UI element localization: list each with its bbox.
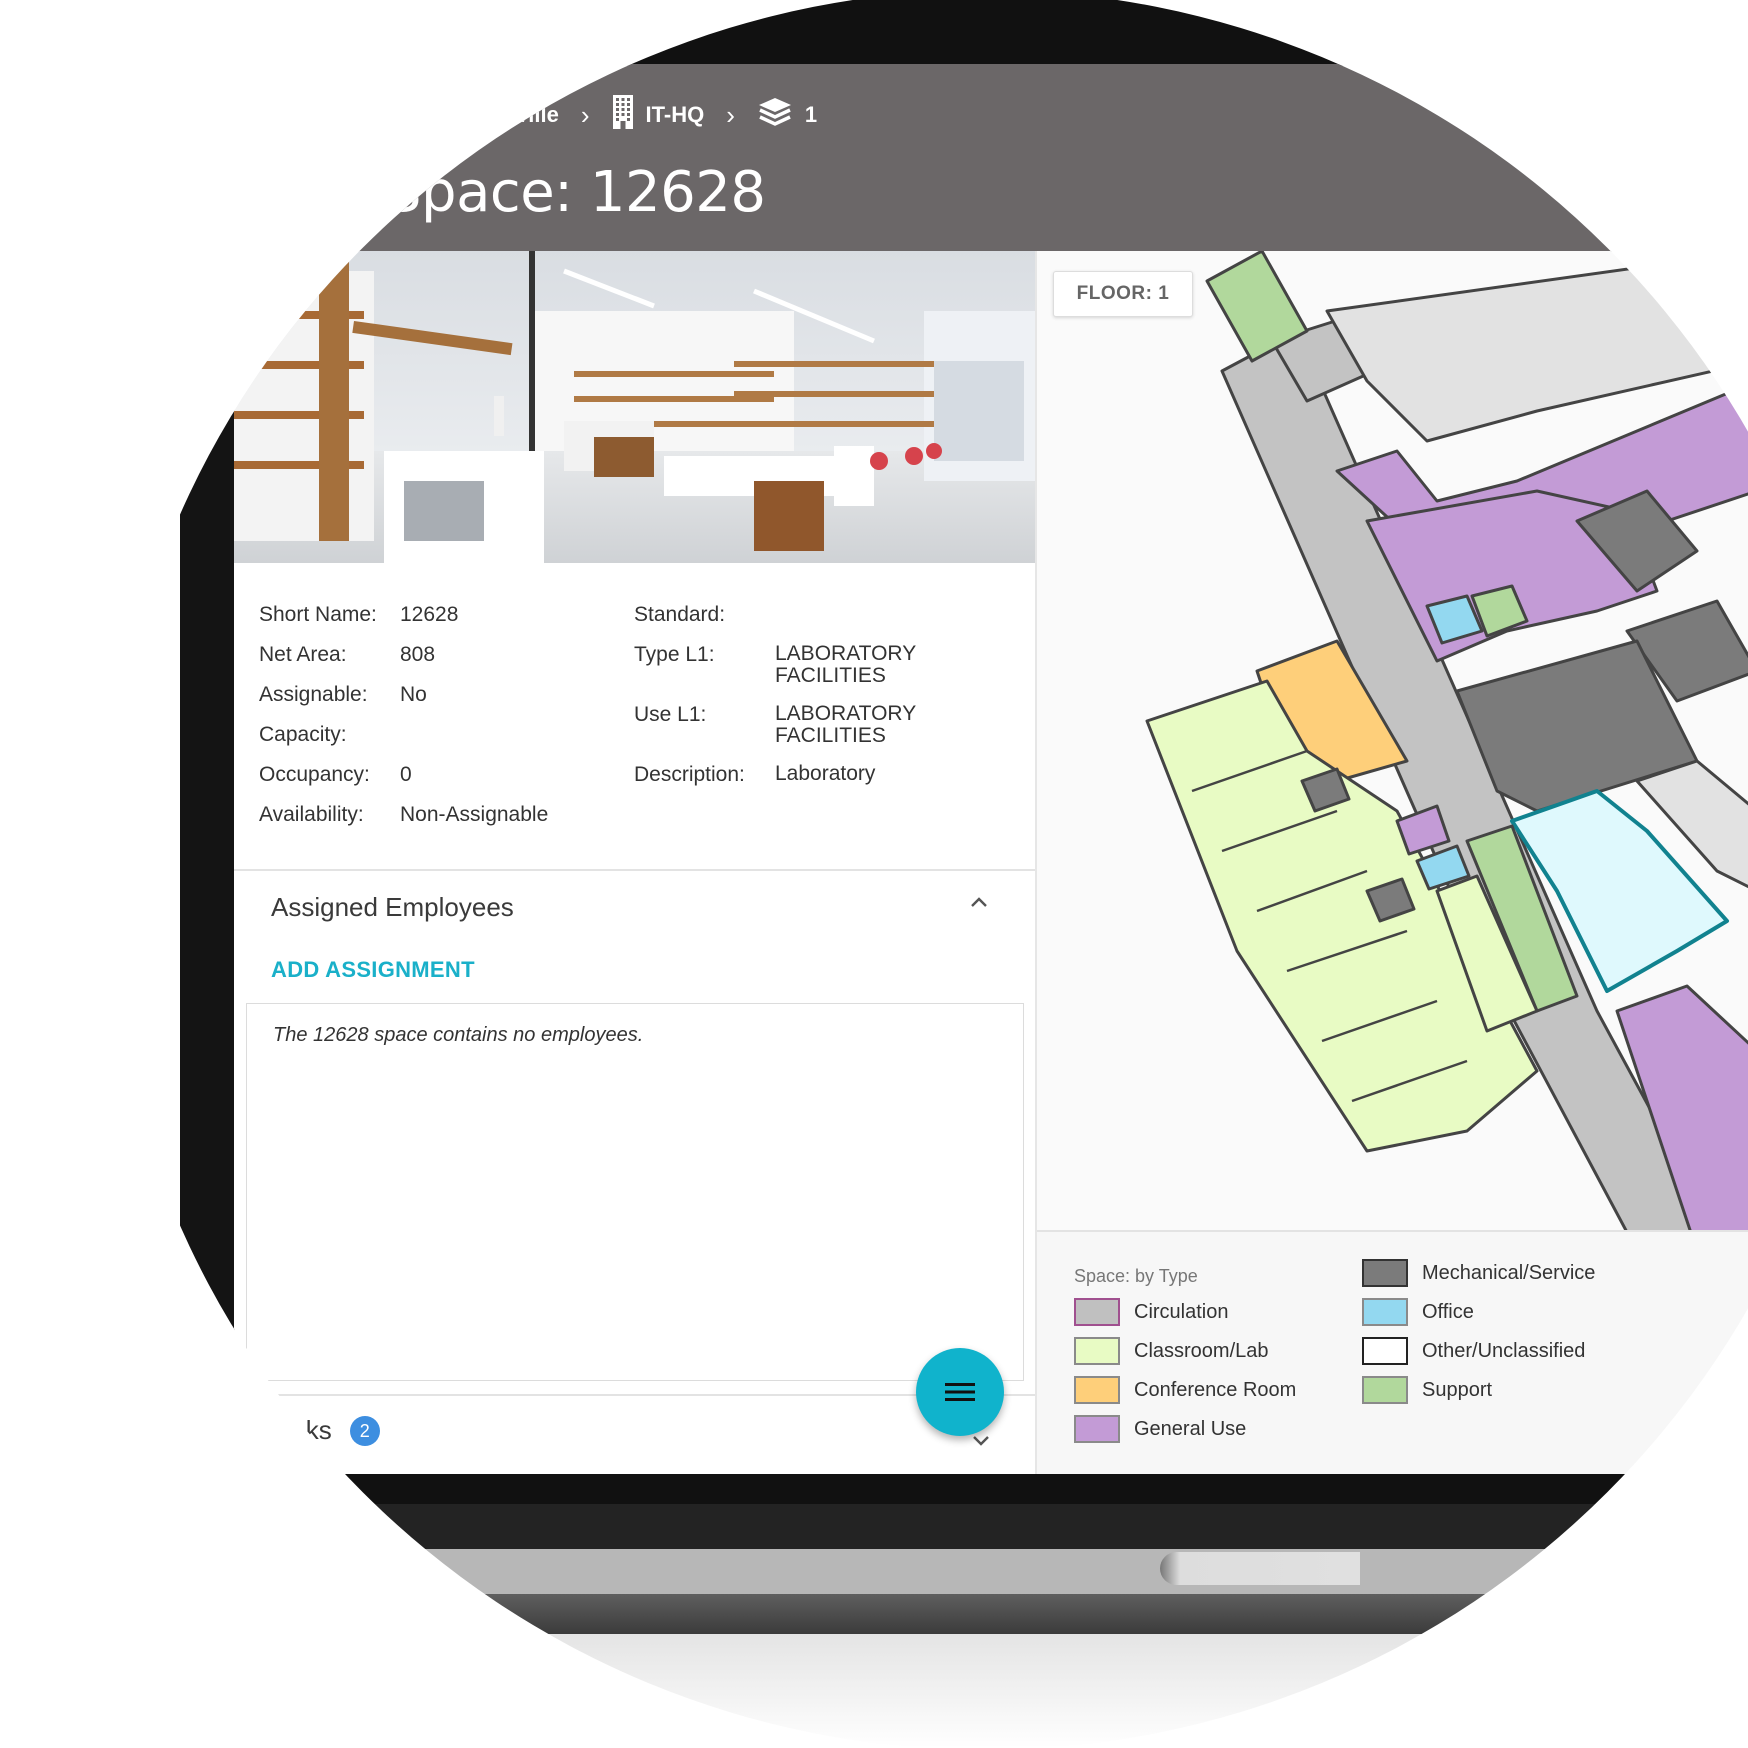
breadcrumb-site[interactable]: …nVisionville [415,102,559,128]
legend-label: Support [1422,1378,1493,1401]
details-right-column: Standard: Type L1: LABORATORY FACILITIES … [634,603,925,803]
section-divider [234,1394,1035,1396]
employee-list: The 12628 space contains no employees. [246,1003,1024,1381]
breadcrumb-floor-label: 1 [804,102,818,127]
legend-swatch [1362,1298,1408,1326]
breadcrumb-floor[interactable]: 1 [757,96,817,134]
detail-value: No [400,683,427,706]
detail-label: Type L1: [634,643,715,666]
detail-row: Use L1: LABORATORY FACILITIES [634,703,925,747]
add-assignment-button[interactable]: ADD ASSIGNMENT [271,957,475,983]
legend-item-office[interactable]: Office [1362,1298,1474,1326]
detail-row: Availability: Non-Assignable [259,803,548,827]
breadcrumb: …nVisionville › IT-HQ › 1 [415,94,817,136]
legend-swatch [1362,1376,1408,1404]
detail-row: Short Name: 12628 [259,603,548,627]
detail-row: Net Area: 808 [259,643,548,667]
chevron-right-icon: › [726,99,735,130]
assigned-employees-title: Assigned Employees [271,892,514,922]
detail-row: Type L1: LABORATORY FACILITIES [634,643,925,687]
legend-item-mechanical-service[interactable]: Mechanical/Service [1362,1259,1595,1287]
page-title: Space: 12628 [386,160,766,225]
detail-label: Assignable: [259,683,368,706]
detail-label: Occupancy: [259,763,370,786]
laptop-bottom-bezel [105,1474,1748,1504]
chevron-up-icon [971,897,987,907]
detail-label: Use L1: [634,703,707,726]
legend-item-circulation[interactable]: Circulation [1074,1298,1228,1326]
detail-value: LABORATORY FACILITIES [775,702,916,747]
legend-swatch [1362,1259,1408,1287]
detail-row: Standard: [634,603,925,627]
space-photo [234,251,1035,563]
legend-swatch [1362,1337,1408,1365]
legend-swatch [1074,1415,1120,1443]
device-lens: …nVisionville › IT-HQ › 1 Space: 12628 S… [105,0,1748,1748]
collapse-section-button[interactable] [967,891,991,921]
legend-item-conference-room[interactable]: Conference Room [1074,1376,1296,1404]
menu-fab-button[interactable] [916,1348,1004,1436]
building-icon [612,94,634,136]
detail-row: Occupancy: 0 [259,763,548,787]
detail-label: Description: [634,763,745,786]
detail-row: Description: Laboratory [634,763,925,787]
legend-label: Classroom/Lab [1134,1339,1269,1362]
detail-value: 12628 [400,603,459,626]
empty-employees-message: The 12628 space contains no employees. [273,1024,644,1046]
legend-label: Circulation [1134,1300,1229,1323]
breadcrumb-site-label: …nVisionville [415,102,559,127]
legend-item-general-use[interactable]: General Use [1074,1415,1246,1443]
legend-item-classroom-lab[interactable]: Classroom/Lab [1074,1337,1269,1365]
section-divider [234,869,1035,871]
breadcrumb-building-label: IT-HQ [645,102,705,127]
details-left-column: Short Name: 12628 Net Area: 808 Assignable… [259,603,548,843]
detail-label: Short Name: [259,603,377,626]
layers-icon [757,96,793,134]
legend-label: General Use [1134,1417,1247,1440]
legend-item-support[interactable]: Support [1362,1376,1492,1404]
detail-value: Non-Assignable [400,803,549,826]
legend-label: Conference Room [1134,1378,1297,1401]
space-details-panel: Short Name: 12628 Net Area: 808 Assignable… [234,251,1035,1474]
legend-title: Space: by Type [1074,1266,1198,1286]
laptop-top-bezel [105,0,1748,66]
detail-value: 808 [400,643,436,666]
detail-value: 0 [400,763,412,786]
laptop-opening-notch [1160,1552,1360,1585]
links-section-header[interactable]: Links 2 [271,1415,380,1446]
floor-selector-button[interactable]: FLOOR: 1 [1053,271,1193,317]
detail-row: Capacity: [259,723,548,747]
menu-icon [945,1383,975,1401]
legend-item-other-unclassified[interactable]: Other/Unclassified [1362,1337,1585,1365]
detail-row: Assignable: No [259,683,548,707]
detail-label: Net Area: [259,643,347,666]
legend-label: Mechanical/Service [1422,1261,1596,1284]
breadcrumb-building[interactable]: IT-HQ [612,94,705,136]
laptop-base-edge [105,1594,1748,1634]
detail-label: Capacity: [259,723,347,746]
links-count-badge: 2 [349,1415,380,1446]
laptop-left-bezel [180,280,235,1480]
chevron-right-icon: › [580,99,590,130]
floor-plan-panel: FLOOR: 1 Space: by Type Circulation Clas… [1035,251,1748,1476]
map-legend: Space: by Type Circulation Classroom/Lab… [1037,1230,1748,1476]
detail-value: LABORATORY FACILITIES [775,642,916,687]
floor-plan-map[interactable] [1037,251,1748,1230]
legend-swatch [1074,1337,1120,1365]
laptop-base [105,1549,1748,1594]
legend-label: Other/Unclassified [1422,1339,1586,1362]
laptop-hinge [105,1504,1748,1549]
links-title: Links [271,1415,332,1445]
legend-label: Office [1422,1300,1474,1323]
legend-swatch [1074,1298,1120,1326]
detail-label: Availability: [259,803,364,826]
laptop-shadow [105,1634,1748,1748]
detail-value: Laboratory [775,762,876,785]
legend-swatch [1074,1376,1120,1404]
detail-label: Standard: [634,603,726,626]
